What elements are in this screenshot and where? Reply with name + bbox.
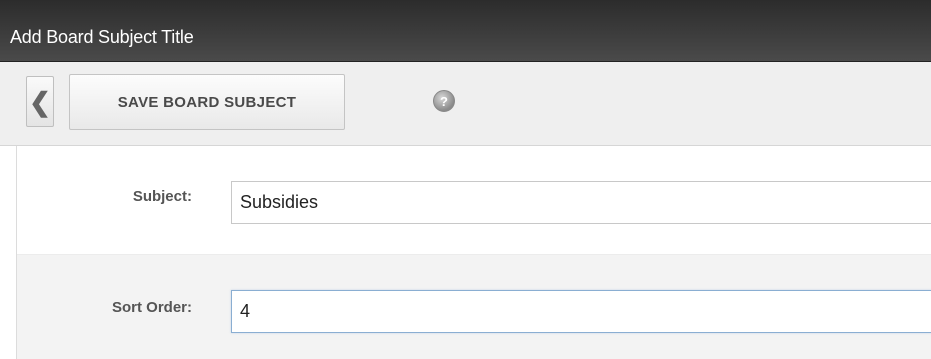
form-panel: Subject: Sort Order: bbox=[16, 146, 931, 359]
form-row-subject: Subject: bbox=[17, 146, 931, 254]
save-board-subject-button[interactable]: SAVE BOARD SUBJECT bbox=[69, 74, 345, 130]
window-titlebar: Add Board Subject Title bbox=[0, 0, 931, 62]
window-title: Add Board Subject Title bbox=[10, 27, 194, 47]
chevron-left-icon: ❮ bbox=[29, 86, 51, 117]
sort-order-input[interactable] bbox=[231, 290, 931, 333]
help-icon[interactable]: ? bbox=[433, 90, 455, 112]
sort-order-label: Sort Order: bbox=[111, 299, 192, 316]
form-row-sort-order: Sort Order: bbox=[17, 254, 931, 359]
subject-input[interactable] bbox=[231, 181, 931, 224]
back-button[interactable]: ❮ bbox=[26, 76, 54, 127]
subject-label: Subject: bbox=[132, 188, 192, 205]
